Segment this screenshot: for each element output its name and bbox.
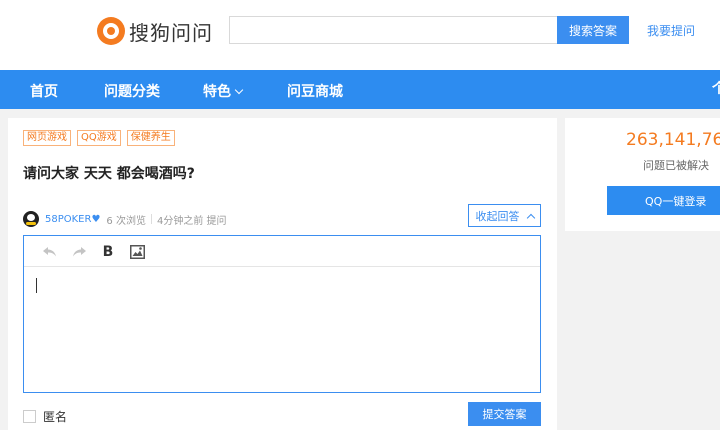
chevron-up-icon [526, 213, 535, 222]
chevron-down-icon [234, 85, 244, 95]
anonymous-checkbox[interactable] [23, 410, 36, 423]
collapse-answer-label: 收起回答 [475, 209, 520, 223]
nav-item-categories[interactable]: 问题分类 [104, 81, 160, 101]
tag-qq-games[interactable]: QQ游戏 [77, 130, 121, 146]
anonymous-option[interactable]: 匿名 [23, 408, 67, 425]
bold-button[interactable]: B [99, 243, 117, 261]
search-button[interactable]: 搜索答案 [557, 16, 629, 44]
anonymous-label: 匿名 [43, 410, 68, 424]
answer-text-area[interactable] [24, 267, 540, 392]
ask-question-link[interactable]: 我要提问 [647, 22, 695, 39]
search-input[interactable] [229, 16, 557, 44]
nav-item-home[interactable]: 首页 [30, 81, 58, 101]
question-title: 请问大家 天天 都会喝酒吗? [23, 166, 195, 182]
editor-toolbar: B [24, 236, 540, 267]
submit-answer-button[interactable]: 提交答案 [468, 402, 541, 426]
main-nav: 首页 问题分类 特色 问豆商城 个 [0, 70, 720, 109]
ask-time: 4分钟之前 提问 [156, 215, 227, 227]
logo-text: 搜狗问问 [129, 20, 213, 45]
solved-label: 问题已被解决 [643, 159, 709, 172]
redo-icon[interactable] [70, 243, 88, 261]
collapse-answer-button[interactable]: 收起回答 [468, 204, 541, 227]
nav-edge-item[interactable]: 个 [712, 78, 720, 98]
tag-health[interactable]: 保健养生 [126, 130, 175, 146]
text-cursor [36, 278, 37, 293]
nav-item-featured-label: 特色 [203, 84, 231, 100]
question-meta: 58POKER♥ 6 次浏览 4分钟之前 提问 [23, 211, 227, 227]
solved-count: 263,141,761 [626, 130, 720, 150]
asker-name[interactable]: 58POKER♥ [45, 214, 100, 225]
sidebar-card: 263,141,761 问题已被解决 QQ一键登录 [565, 118, 720, 231]
question-tags: 网页游戏 QQ游戏 保健养生 [23, 130, 175, 146]
nav-item-featured[interactable]: 特色 [203, 81, 244, 101]
insert-image-icon[interactable] [128, 243, 146, 261]
nav-item-store[interactable]: 问豆商城 [287, 81, 343, 101]
qq-login-button[interactable]: QQ一键登录 [607, 186, 720, 215]
tag-web-games[interactable]: 网页游戏 [23, 130, 71, 146]
question-card: 网页游戏 QQ游戏 保健养生 请问大家 天天 都会喝酒吗? 58POKER♥ 6… [8, 118, 557, 430]
sogou-logo-icon [97, 17, 125, 45]
sogou-wenwen-logo[interactable]: 搜狗问问 [97, 16, 213, 46]
view-count: 6 次浏览 [106, 215, 146, 227]
header: 搜狗问问 搜索答案 我要提问 [0, 0, 720, 70]
qq-avatar-icon[interactable] [23, 211, 39, 227]
undo-icon[interactable] [41, 243, 59, 261]
meta-divider [150, 214, 152, 224]
answer-editor: B [23, 235, 541, 393]
